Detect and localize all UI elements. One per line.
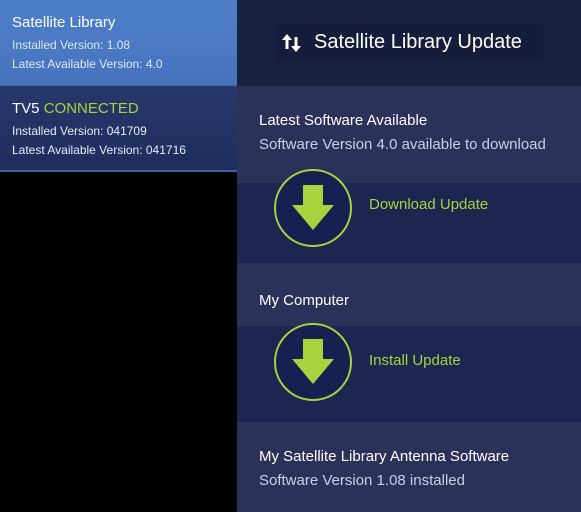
download-button[interactable]	[274, 169, 352, 247]
install-section: Install Update	[237, 323, 581, 422]
install-button[interactable]	[274, 323, 352, 401]
install-arrow-icon	[292, 339, 334, 384]
update-panel: Satellite Library Update Latest Software…	[237, 0, 581, 512]
my-computer-section: My Computer	[237, 263, 581, 326]
device-name: TV5	[12, 100, 40, 117]
page-title: Satellite Library Update	[314, 31, 522, 53]
device-title-tv5: TV5 CONNECTED	[12, 100, 139, 117]
my-computer-heading: My Computer	[259, 292, 350, 309]
page-title-bar: Satellite Library Update	[275, 24, 543, 62]
download-arrow-icon	[292, 185, 334, 230]
app-window: Satellite Library Installed Version: 1.0…	[0, 0, 581, 512]
latest-software-section: Latest Software Available Software Versi…	[237, 86, 581, 183]
latest-software-heading: Latest Software Available	[259, 112, 428, 129]
antenna-software-heading: My Satellite Library Antenna Software	[259, 448, 510, 465]
install-update-link[interactable]: Install Update	[369, 352, 461, 369]
download-update-link[interactable]: Download Update	[369, 196, 488, 213]
header-band: Satellite Library Update	[237, 0, 581, 86]
latest-version-text: Latest Available Version: 041716	[12, 143, 186, 157]
device-name: Satellite Library	[12, 14, 116, 31]
installed-version-text: Installed Version: 1.08	[12, 38, 131, 52]
latest-version-text: Latest Available Version: 4.0	[12, 57, 163, 71]
connection-status-badge: CONNECTED	[43, 100, 139, 117]
antenna-software-subtitle: Software Version 1.08 installed	[259, 472, 465, 489]
sort-arrows-icon	[282, 34, 301, 52]
latest-software-subtitle: Software Version 4.0 available to downlo…	[259, 136, 546, 153]
installed-version-text: Installed Version: 041709	[12, 124, 147, 138]
download-section: Download Update	[237, 169, 581, 263]
antenna-software-section: My Satellite Library Antenna Software So…	[237, 422, 581, 512]
device-sidebar: Satellite Library Installed Version: 1.0…	[0, 0, 237, 512]
